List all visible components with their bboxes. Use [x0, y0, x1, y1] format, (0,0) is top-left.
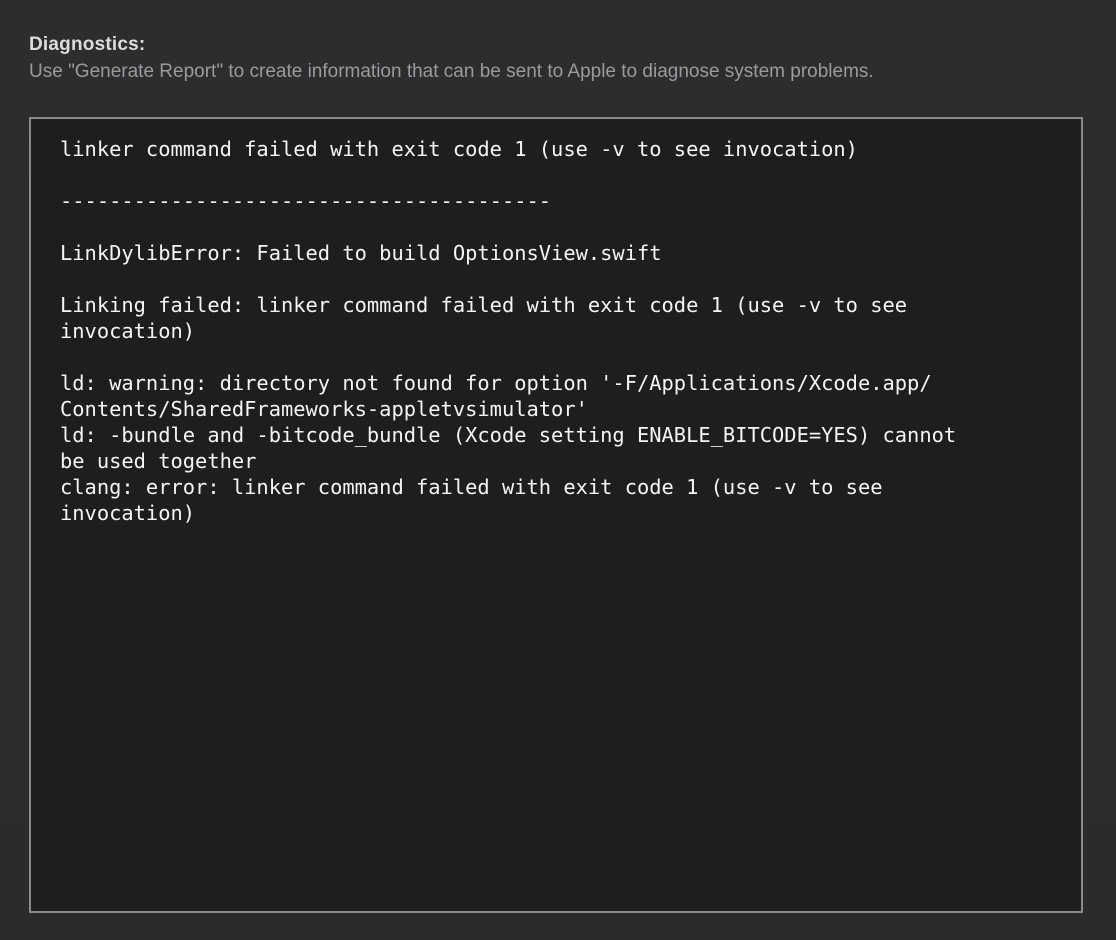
diagnostics-log-text[interactable]: linker command failed with exit code 1 (… [60, 136, 1070, 526]
diagnostics-description: Use "Generate Report" to create informat… [29, 61, 874, 82]
diagnostics-title: Diagnostics: [29, 34, 146, 55]
diagnostics-log-view[interactable]: linker command failed with exit code 1 (… [29, 117, 1083, 913]
diagnostics-panel: Diagnostics: Use "Generate Report" to cr… [0, 0, 1116, 940]
